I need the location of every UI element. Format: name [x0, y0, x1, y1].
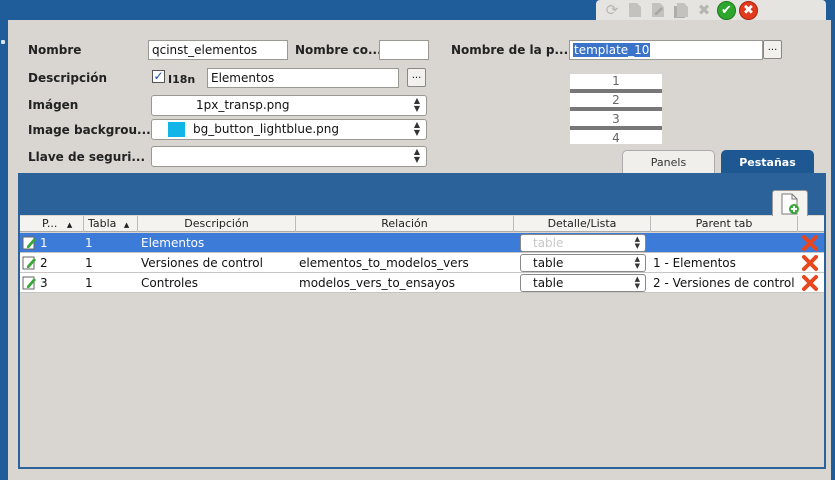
col-header-delete: [798, 216, 824, 232]
nombre-plantilla-value: template_10: [573, 43, 651, 57]
left-side-strip: [0, 20, 8, 480]
detalle-value: table: [533, 236, 564, 250]
preview-number: 2: [612, 93, 620, 107]
cell-parent-tab: 2 - Versiones de control: [653, 276, 795, 290]
select-arrows-icon: ▲ ▼: [634, 275, 640, 290]
nombre-plantilla-label: Nombre de la p...: [451, 43, 569, 57]
cell-tabla: 1: [85, 236, 93, 250]
nombre-corto-input[interactable]: [379, 40, 429, 60]
detalle-select[interactable]: table ▲ ▼: [520, 274, 646, 292]
preview-number: 3: [612, 112, 620, 126]
edit-row-icon[interactable]: [22, 275, 37, 290]
cell-relacion: elementos_to_modelos_vers: [299, 256, 469, 270]
copy-document-icon[interactable]: [671, 1, 691, 19]
sort-ascending-icon: ▲: [66, 221, 73, 229]
select-arrows-icon: ▲ ▼: [413, 120, 420, 137]
add-tab-button[interactable]: [772, 190, 808, 218]
image-bg-select[interactable]: bg_button_lightblue.png ▲ ▼: [151, 119, 427, 140]
nombre-plantilla-input[interactable]: template_10: [569, 40, 763, 60]
descripcion-value: Elementos: [211, 71, 275, 85]
refresh-icon[interactable]: ⟳: [602, 1, 622, 19]
select-arrows-icon: ▲ ▼: [634, 255, 640, 270]
descripcion-input[interactable]: Elementos: [207, 68, 399, 88]
editor-content: ⟳ ✖ ✔ ✖ Nombre qcinst_elementos Nombre c…: [8, 0, 831, 480]
col-header-tabla[interactable]: Tabla ▲: [84, 216, 138, 232]
cell-descripcion: Elementos: [141, 236, 205, 250]
cell-descripcion: Controles: [141, 276, 199, 290]
grid-header: P... ▲ Tabla ▲ Descripción Relación Deta…: [20, 216, 824, 232]
delete-row-icon[interactable]: [802, 235, 818, 251]
right-edge: [831, 0, 835, 480]
cell-descripcion: Versiones de control: [141, 256, 263, 270]
col-header-parent-tab[interactable]: Parent tab: [651, 216, 798, 232]
col-header-relacion[interactable]: Relación: [296, 216, 514, 232]
tab-pestanas[interactable]: Pestañas: [721, 150, 814, 174]
preview-divider: [570, 107, 662, 111]
delete-row-icon[interactable]: [802, 255, 818, 271]
llave-label: Llave de seguri...: [28, 150, 146, 164]
sort-ascending-icon: ▲: [123, 221, 130, 229]
cancel-x-icon[interactable]: ✖: [739, 0, 758, 20]
plantilla-browse-button[interactable]: ...: [763, 40, 782, 59]
image-bg-value: bg_button_lightblue.png: [193, 122, 340, 136]
edit-row-icon[interactable]: [22, 235, 37, 250]
preview-number: 4: [612, 131, 620, 145]
cell-tabla: 1: [85, 276, 93, 290]
descripcion-browse-button[interactable]: ...: [407, 68, 426, 87]
preview-divider: [570, 126, 662, 130]
toolbar: ⟳ ✖ ✔ ✖: [596, 0, 826, 20]
cell-p: 2: [40, 256, 48, 270]
add-document-icon: [781, 193, 799, 215]
new-document-icon[interactable]: [625, 1, 645, 19]
tab-panels[interactable]: Panels: [622, 150, 715, 174]
pestanas-panel: P... ▲ Tabla ▲ Descripción Relación Deta…: [18, 173, 826, 469]
select-arrows-icon: ▲ ▼: [634, 235, 640, 250]
delete-row-icon[interactable]: [802, 275, 818, 291]
image-bg-label: Image backgrou...: [28, 123, 151, 137]
preview-number: 1: [612, 74, 620, 88]
imagen-value: 1px_transp.png: [196, 98, 290, 112]
cell-p: 1: [40, 236, 48, 250]
accept-check-icon[interactable]: ✔: [717, 0, 736, 20]
table-row[interactable]: 1 1 Elementos table ▲ ▼: [20, 233, 824, 253]
color-swatch-icon: [168, 122, 185, 137]
panel-header: [20, 175, 824, 215]
cell-tabla: 1: [85, 256, 93, 270]
i18n-checkbox[interactable]: ✓: [152, 70, 165, 83]
col-header-p[interactable]: P... ▲: [20, 216, 84, 232]
nombre-label: Nombre: [28, 43, 82, 57]
cell-relacion: modelos_vers_to_ensayos: [299, 276, 455, 290]
edit-row-icon[interactable]: [22, 255, 37, 270]
imagen-select[interactable]: 1px_transp.png ▲ ▼: [151, 95, 427, 116]
select-arrows-icon: ▲ ▼: [413, 96, 420, 113]
select-arrows-icon: ▲ ▼: [413, 147, 420, 164]
template-preview: 1 2 3 4: [570, 74, 662, 144]
nombre-value: qcinst_elementos: [152, 43, 258, 57]
side-marker-icon: [1, 40, 5, 44]
table-row[interactable]: 2 1 Versiones de control elementos_to_mo…: [20, 253, 824, 273]
edit-document-icon[interactable]: [648, 1, 668, 19]
detalle-select[interactable]: table ▲ ▼: [520, 234, 646, 252]
col-header-label: Tabla: [88, 217, 117, 230]
llave-select[interactable]: ▲ ▼: [151, 146, 427, 167]
nombre-corto-label: Nombre co...: [295, 43, 382, 57]
cell-parent-tab: 1 - Elementos: [653, 256, 736, 270]
cell-p: 3: [40, 276, 48, 290]
col-header-detalle[interactable]: Detalle/Lista: [514, 216, 651, 232]
delete-x-icon[interactable]: ✖: [694, 1, 714, 19]
col-header-label: P...: [42, 217, 58, 230]
descripcion-label: Descripción: [28, 71, 107, 85]
detalle-value: table: [533, 276, 564, 290]
detalle-select[interactable]: table ▲ ▼: [520, 254, 646, 272]
nombre-input[interactable]: qcinst_elementos: [148, 40, 288, 60]
table-row[interactable]: 3 1 Controles modelos_vers_to_ensayos ta…: [20, 273, 824, 293]
col-header-descripcion[interactable]: Descripción: [138, 216, 296, 232]
imagen-label: Imágen: [28, 98, 79, 112]
tabs-grid: P... ▲ Tabla ▲ Descripción Relación Deta…: [20, 216, 824, 467]
i18n-label: I18n: [168, 73, 196, 86]
detalle-value: table: [533, 256, 564, 270]
